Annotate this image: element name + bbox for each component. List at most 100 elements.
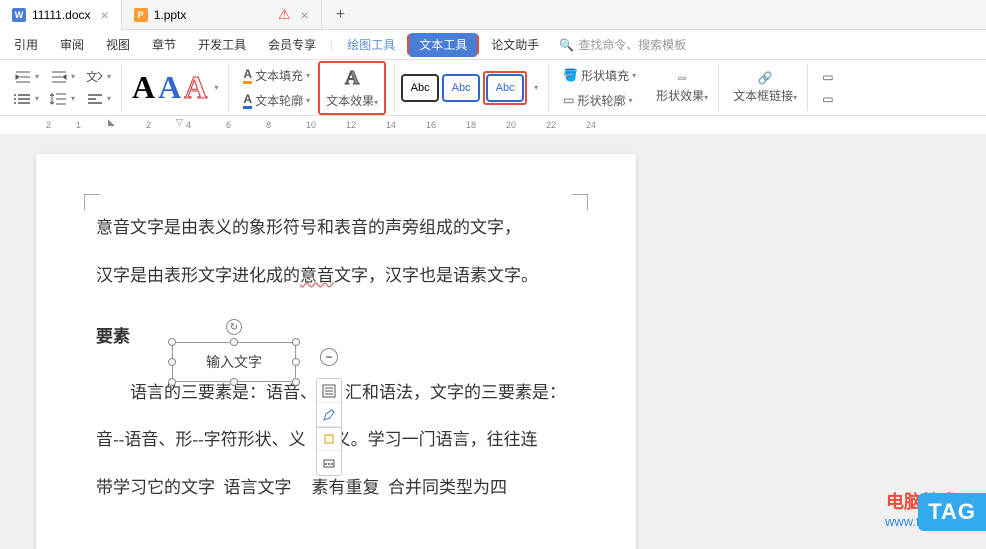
inserted-textbox[interactable]: 输入文字 ↻ (172, 342, 296, 382)
text-outline-button[interactable]: A 文本轮廓▾ (239, 89, 314, 112)
svg-text:文: 文 (86, 70, 98, 84)
separator: | (330, 38, 333, 52)
layout-options-button[interactable] (317, 379, 341, 403)
shape-preset-3[interactable]: Abc (486, 74, 524, 102)
group-icon: ▭ (822, 70, 833, 84)
tab-label: 1.pptx (154, 8, 187, 22)
text-outline-icon: A (243, 92, 252, 109)
resize-handle-ne[interactable] (292, 338, 300, 346)
ruler-mark: 2 (46, 120, 51, 130)
shape-effect-button[interactable]: ▫▫ 形状效果▾ (652, 69, 712, 106)
close-icon[interactable]: × (101, 7, 109, 23)
text-fill-button[interactable]: A 文本填充▾ (239, 64, 314, 87)
shape-effect-group: ▫▫ 形状效果▾ (646, 64, 719, 111)
menu-view[interactable]: 视图 (96, 32, 140, 57)
search-icon: 🔍 (559, 38, 574, 52)
rotate-handle[interactable]: ↻ (226, 319, 242, 335)
add-tab-button[interactable]: + (322, 6, 359, 24)
ruler-mark: 24 (586, 120, 596, 130)
resize-handle-e[interactable] (292, 358, 300, 366)
text-effect-icon: A (345, 67, 359, 90)
tag-badge: TAG (918, 493, 986, 531)
command-search[interactable]: 🔍 查找命令、搜索模板 (559, 36, 686, 53)
resize-handle-sw[interactable] (168, 378, 176, 386)
menu-drawing-tools[interactable]: 绘图工具 (337, 32, 405, 57)
style-presets-group: A A A ▾ (126, 64, 229, 111)
ungroup-icon: ▭ (822, 92, 833, 106)
document-area: 意音文字是由表义的象形符号和表音的声旁组成的文字， 汉字是由表形文字进化成的意音… (0, 134, 986, 549)
tab-docx[interactable]: W 11111.docx × (0, 0, 122, 30)
delete-circle-button[interactable]: − (320, 348, 338, 366)
tab-label: 11111.docx (32, 8, 91, 22)
style-more-dropdown[interactable]: ▾ (210, 80, 222, 95)
highlight-text-effect: A 文本效果▾ (318, 61, 386, 115)
shape-format-group: 🪣 形状填充▾ ▭ 形状轮廓▾ (553, 64, 642, 111)
menu-bar: 引用 审阅 视图 章节 开发工具 会员专享 | 绘图工具 文本工具 论文助手 🔍… (0, 30, 986, 60)
floating-toolbar (316, 378, 342, 476)
horizontal-ruler[interactable]: 2 1 ◣ 2 ▽ 4 6 8 10 12 14 16 18 20 22 24 (36, 120, 986, 134)
list-button[interactable]: ▾ (10, 89, 43, 109)
resize-handle-n[interactable] (230, 338, 238, 346)
shape-presets-group: Abc Abc Abc ▾ (394, 64, 549, 111)
paragraph[interactable]: 汉字是由表形文字进化成的意音文字，汉字也是语素文字。 (96, 252, 576, 300)
indent-marker-left[interactable]: ◣ (108, 117, 115, 128)
increase-indent-button[interactable]: ▾ (46, 67, 79, 87)
decrease-indent-button[interactable]: ▾ (10, 67, 43, 87)
tab-bar: W 11111.docx × P 1.pptx ⚠ × + (0, 0, 986, 30)
ruler-mark: 1 (76, 120, 81, 130)
word-icon: W (12, 8, 26, 22)
ruler-mark: 8 (266, 120, 271, 130)
ruler-mark: 16 (426, 120, 436, 130)
resize-handle-nw[interactable] (168, 338, 176, 346)
resize-handle-s[interactable] (230, 378, 238, 386)
menu-thesis[interactable]: 论文助手 (481, 32, 549, 57)
ungroup-button[interactable]: ▭ (818, 89, 837, 109)
menu-chapter[interactable]: 章节 (142, 32, 186, 57)
ruler-mark: 4 (186, 120, 191, 130)
align-button[interactable]: ▾ (82, 89, 115, 109)
shape-effect-icon: ▫▫ (678, 71, 687, 85)
text-fill-group: A 文本填充▾ A 文本轮廓▾ (233, 64, 314, 111)
ruler-mark: 10 (306, 120, 316, 130)
group-button[interactable]: ▭ (818, 67, 837, 87)
close-icon[interactable]: × (301, 7, 309, 23)
menu-devtools[interactable]: 开发工具 (188, 32, 256, 57)
text-direction-button[interactable]: 文▾ (82, 67, 115, 87)
wrap-button[interactable] (317, 427, 341, 451)
text-effect-button[interactable]: A 文本效果▾ (322, 65, 382, 111)
resize-handle-se[interactable] (292, 378, 300, 386)
shape-more-dropdown[interactable]: ▾ (530, 80, 542, 95)
text-style-black[interactable]: A (132, 69, 155, 106)
highlight-text-tools: 文本工具 (407, 34, 479, 55)
margin-corner-tl (84, 194, 100, 210)
shape-preset-2[interactable]: Abc (442, 74, 480, 102)
menu-member[interactable]: 会员专享 (258, 32, 326, 57)
indent-group: ▾ ▾ ▾ ▾ 文▾ ▾ (4, 64, 122, 111)
search-placeholder: 查找命令、搜索模板 (578, 36, 686, 53)
menu-review[interactable]: 审阅 (50, 32, 94, 57)
paragraph[interactable]: 意音文字是由表义的象形符号和表音的声旁组成的文字， (96, 204, 576, 252)
text-fill-icon: A (243, 67, 252, 84)
shape-fill-button[interactable]: 🪣 形状填充▾ (559, 64, 640, 87)
tab-pptx[interactable]: P 1.pptx ⚠ × (122, 0, 322, 30)
ruler-area: 2 1 ◣ 2 ▽ 4 6 8 10 12 14 16 18 20 22 24 (0, 116, 986, 134)
edit-button[interactable] (317, 403, 341, 427)
ppt-icon: P (134, 8, 148, 22)
shape-outline-button[interactable]: ▭ 形状轮廓▾ (559, 89, 640, 112)
menu-text-tools[interactable]: 文本工具 (409, 33, 477, 57)
line-spacing-button[interactable]: ▾ (46, 89, 79, 109)
menu-quote[interactable]: 引用 (4, 32, 48, 57)
highlight-shape-preset: Abc (483, 71, 527, 105)
ruler-mark: 12 (346, 120, 356, 130)
outline-icon: ▭ (563, 93, 574, 107)
warning-icon: ⚠ (278, 6, 291, 23)
shape-preset-1[interactable]: Abc (401, 74, 439, 102)
indent-marker-first[interactable]: ▽ (176, 117, 183, 128)
more-options-button[interactable] (317, 451, 341, 475)
textbox-link-button[interactable]: 🔗 文本框链接▾ (729, 69, 801, 106)
ruler-mark: 18 (466, 120, 476, 130)
text-style-blue[interactable]: A (158, 69, 181, 106)
text-style-outline[interactable]: A (184, 69, 207, 106)
resize-handle-w[interactable] (168, 358, 176, 366)
ruler-mark: 14 (386, 120, 396, 130)
